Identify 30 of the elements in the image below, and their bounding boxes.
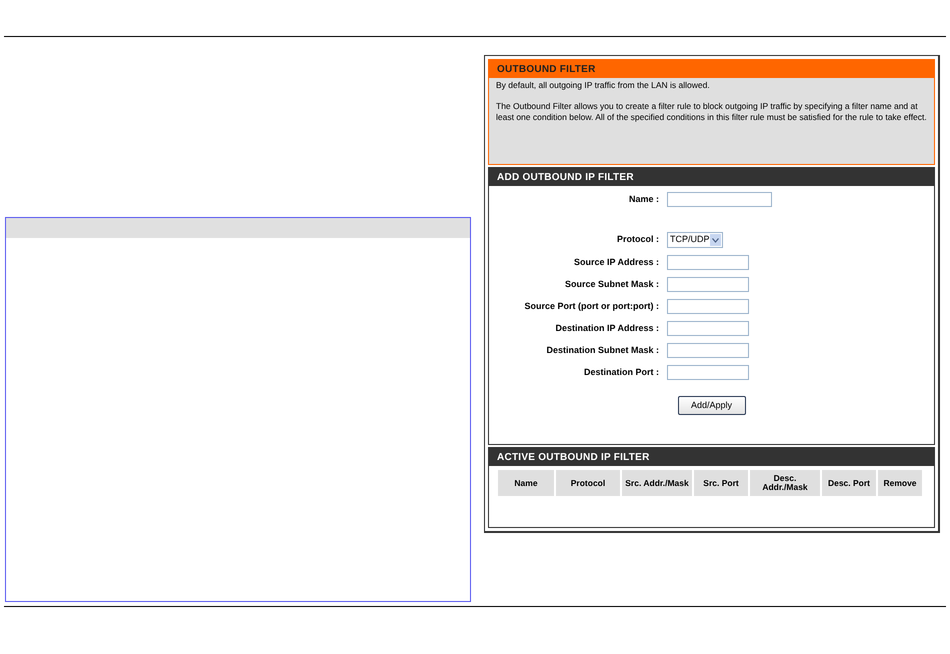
input-field[interactable] [667,299,749,314]
column-header: Protocol [556,470,620,496]
field-label: Source Subnet Mask : [564,278,659,291]
protocol-dropdown[interactable]: TCP/UDP [667,232,723,248]
column-header: Src. Port [694,470,748,496]
field-label: Destination Subnet Mask : [545,344,659,357]
section-header: OUTBOUND FILTER [489,60,934,78]
field-label: Destination IP Address : [554,322,659,335]
field-label: Name : [628,192,659,206]
add-apply-button[interactable]: Add/Apply [678,396,746,415]
description-text: The Outbound Filter allows you to create a filter rule to block outgoing IP traffic by specifying a filter name and at least one condition below. All of the specified conditions in this filter rule must be satisfied for the rule to take effect. [496,101,927,123]
description-text: By default, all outgoing IP traffic from the LAN is allowed. [496,80,711,91]
input-field[interactable] [667,365,749,380]
input-field[interactable] [667,343,749,358]
field-label: Destination Port : [582,366,659,379]
field-label: Source IP Address : [572,256,659,269]
column-header: Src. Addr./Mask [622,470,692,496]
field-label: Source Port (port or port:port) : [524,300,659,313]
caret-icon [712,238,719,242]
column-header: Name [498,470,554,496]
column-header: Desc. Addr./Mask [750,470,820,496]
section-header: ADD OUTBOUND IP FILTER [489,168,934,186]
input-field[interactable] [667,255,749,270]
column-header: Remove [878,470,922,496]
name-field[interactable] [667,192,772,207]
column-header: Desc. Port [822,470,876,496]
input-field[interactable] [667,277,749,292]
section-header: ACTIVE OUTBOUND IP FILTER [489,448,934,466]
input-field[interactable] [667,321,749,336]
field-label: Protocol : [616,233,659,246]
